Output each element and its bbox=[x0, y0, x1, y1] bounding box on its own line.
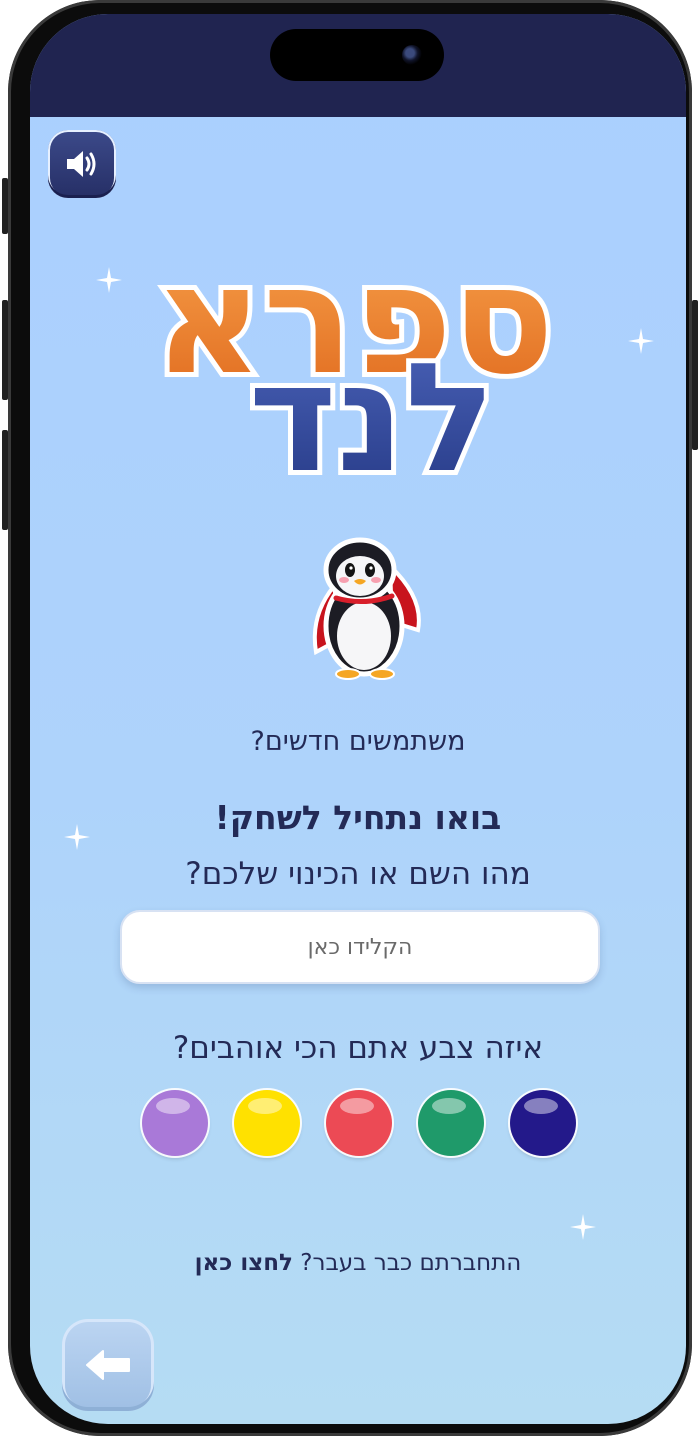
app-screen: ספרא לנד משתמשים חדשים? בואו נתחיל לשחק!… bbox=[30, 14, 686, 1424]
color-swatch-yellow[interactable] bbox=[234, 1090, 300, 1156]
color-swatch-red[interactable] bbox=[326, 1090, 392, 1156]
logo-line2: לנד bbox=[249, 332, 496, 478]
sparkle-icon bbox=[628, 328, 654, 354]
sound-toggle-button[interactable] bbox=[48, 130, 116, 198]
phone-frame: ספרא לנד משתמשים חדשים? בואו נתחיל לשחק!… bbox=[2, 0, 698, 1436]
color-swatch-navy[interactable] bbox=[510, 1090, 576, 1156]
start-title: בואו נתחיל לשחק! bbox=[214, 798, 502, 837]
side-button bbox=[2, 178, 8, 234]
color-swatch-green[interactable] bbox=[418, 1090, 484, 1156]
arrow-left-icon bbox=[86, 1350, 130, 1380]
sparkle-icon bbox=[570, 1214, 596, 1240]
color-swatch-purple[interactable] bbox=[142, 1090, 208, 1156]
name-question: מהו השם או הכינוי שלכם? bbox=[185, 856, 531, 892]
color-picker bbox=[140, 1090, 580, 1160]
name-input[interactable] bbox=[120, 910, 600, 984]
new-users-label: משתמשים חדשים? bbox=[250, 726, 466, 757]
side-button bbox=[2, 430, 8, 530]
penguin-mascot-image bbox=[312, 537, 421, 680]
side-button bbox=[692, 300, 698, 450]
app-logo: ספרא לנד bbox=[154, 246, 559, 478]
speaker-icon bbox=[67, 151, 96, 177]
login-prompt: התחברתם כבר בעבר? לחצו כאן bbox=[30, 1250, 686, 1276]
back-button[interactable] bbox=[62, 1319, 154, 1411]
login-prompt-text: התחברתם כבר בעבר? bbox=[300, 1250, 522, 1276]
camera-icon bbox=[402, 45, 422, 65]
sparkle-icon bbox=[96, 267, 122, 293]
side-button bbox=[2, 300, 8, 400]
login-link[interactable]: לחצו כאן bbox=[195, 1250, 293, 1276]
color-question: איזה צבע אתם הכי אוהבים? bbox=[172, 1030, 544, 1066]
